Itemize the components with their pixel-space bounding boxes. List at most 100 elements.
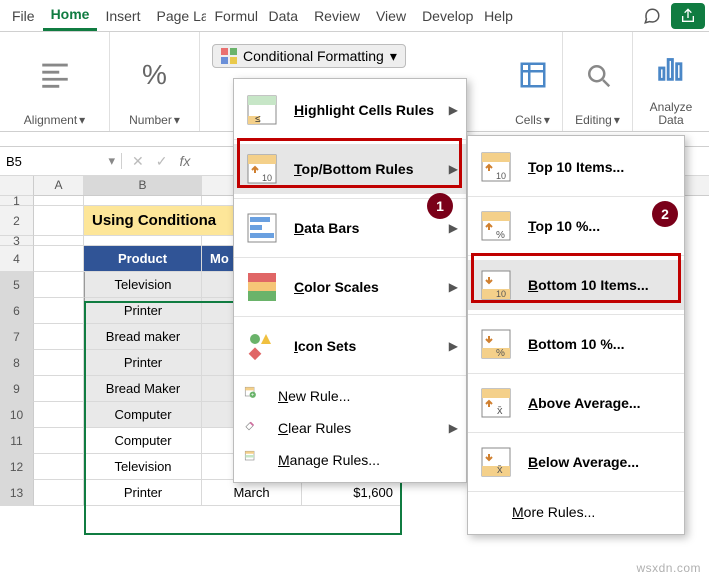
row-header[interactable]: 10	[0, 402, 34, 428]
row-header[interactable]: 9	[0, 376, 34, 402]
tab-home[interactable]: Home	[43, 0, 98, 31]
svg-text:10: 10	[496, 171, 506, 181]
fx-icon[interactable]: fx	[179, 153, 190, 169]
share-icon	[680, 8, 696, 24]
group-label: Alignment	[24, 113, 77, 127]
topbottom-icon: 10	[244, 151, 280, 187]
tab-review[interactable]: Review	[306, 2, 368, 30]
chevron-down-icon[interactable]: ▾	[544, 113, 550, 127]
cf-dropdown-menu: ≤Highlight Cells Rules▶ 10Top/Bottom Rule…	[233, 78, 467, 483]
row-header[interactable]: 2	[0, 206, 34, 236]
aboveavg-icon: x̄	[478, 385, 514, 421]
row-header[interactable]: 11	[0, 428, 34, 454]
row-header[interactable]: 12	[0, 454, 34, 480]
row-header[interactable]: 3	[0, 236, 34, 246]
svg-text:10: 10	[496, 289, 506, 299]
menu-clearrules[interactable]: Clear Rules▶	[234, 412, 466, 444]
chevron-down-icon[interactable]: ▾	[79, 113, 85, 127]
tab-page-layout[interactable]: Page La	[148, 2, 206, 30]
row-header[interactable]: 4	[0, 246, 34, 272]
tab-developer[interactable]: Develop	[414, 2, 476, 30]
menu-belowavg[interactable]: x̄Below Average...	[468, 437, 684, 487]
analyze-icon[interactable]	[652, 49, 690, 87]
ribbon-group-analyze: Analyze Data	[633, 32, 709, 131]
menu-highlight[interactable]: ≤Highlight Cells Rules▶	[234, 85, 466, 135]
row-header[interactable]: 7	[0, 324, 34, 350]
tab-view[interactable]: View	[368, 2, 414, 30]
col-header-a[interactable]: A	[34, 176, 84, 195]
name-box-value: B5	[6, 154, 22, 169]
tab-data[interactable]: Data	[260, 2, 306, 30]
percent-icon[interactable]: %	[136, 56, 174, 94]
chevron-down-icon: ▾	[390, 48, 397, 65]
svg-text:x̄: x̄	[497, 464, 503, 476]
conditional-formatting-button[interactable]: Conditional Formatting ▾	[212, 44, 406, 68]
group-label: Analyze Data	[643, 101, 699, 127]
top10pct-icon: %	[478, 208, 514, 244]
svg-text:%: %	[496, 348, 505, 359]
svg-text:x̄: x̄	[497, 405, 503, 417]
row-header[interactable]: 8	[0, 350, 34, 376]
name-box[interactable]: B5 ▾	[0, 153, 122, 169]
chevron-down-icon[interactable]: ▾	[614, 113, 620, 127]
tab-file[interactable]: File	[4, 2, 43, 30]
svg-text:+: +	[251, 393, 254, 399]
ribbon-group-alignment: Alignment ▾	[0, 32, 110, 131]
chevron-right-icon: ▶	[449, 280, 458, 294]
chevron-right-icon: ▶	[449, 221, 458, 235]
ribbon-group-cells: Cells ▾	[503, 32, 563, 131]
cells-icon[interactable]	[514, 56, 552, 94]
menu-bottom10pct[interactable]: %Bottom 10 %...	[468, 319, 684, 369]
top-bottom-submenu: 10Top 10 Items... %Top 10 %... 10Bottom 10…	[467, 135, 685, 535]
databars-icon	[244, 210, 280, 246]
ribbon-tabs: File Home Insert Page La Formul Data Rev…	[0, 0, 709, 32]
bottom10items-icon: 10	[478, 267, 514, 303]
row-header[interactable]: 1	[0, 196, 34, 206]
menu-top10pct[interactable]: %Top 10 %...	[468, 201, 684, 251]
speech-bubble-icon	[643, 7, 661, 25]
chevron-down-icon[interactable]: ▾	[174, 113, 180, 127]
highlight-icon: ≤	[244, 92, 280, 128]
step-badge-2: 2	[652, 201, 678, 227]
svg-text:≤: ≤	[255, 114, 261, 125]
chevron-right-icon: ▶	[449, 421, 458, 435]
colorscales-icon	[244, 269, 280, 305]
tab-help[interactable]: Help	[476, 2, 521, 30]
col-header-b[interactable]: B	[84, 176, 202, 195]
chevron-down-icon[interactable]: ▾	[108, 153, 115, 169]
group-label: Number	[129, 113, 172, 127]
cf-label: Conditional Formatting	[243, 48, 384, 64]
editing-icon[interactable]	[579, 56, 617, 94]
bottom10pct-icon: %	[478, 326, 514, 362]
iconsets-icon	[244, 328, 280, 364]
belowavg-icon: x̄	[478, 444, 514, 480]
svg-text:%: %	[496, 230, 505, 241]
menu-top10items[interactable]: 10Top 10 Items...	[468, 142, 684, 192]
align-icon[interactable]	[36, 56, 74, 94]
managerules-icon	[244, 450, 264, 470]
row-header[interactable]: 6	[0, 298, 34, 324]
tab-insert[interactable]: Insert	[97, 2, 148, 30]
group-label: Editing	[575, 113, 612, 127]
menu-aboveavg[interactable]: x̄Above Average...	[468, 378, 684, 428]
menu-iconsets[interactable]: Icon Sets▶	[234, 321, 466, 371]
chevron-right-icon: ▶	[449, 162, 458, 176]
tab-formulas[interactable]: Formul	[206, 2, 260, 30]
comments-button[interactable]	[639, 3, 665, 29]
cancel-icon[interactable]: ✕	[132, 153, 144, 170]
top10items-icon: 10	[478, 149, 514, 185]
menu-managerules[interactable]: Manage Rules...	[234, 444, 466, 476]
menu-bottom10items[interactable]: 10Bottom 10 Items...	[468, 260, 684, 310]
ribbon-group-editing: Editing ▾	[563, 32, 633, 131]
chevron-right-icon: ▶	[449, 103, 458, 117]
svg-text:10: 10	[262, 173, 272, 183]
row-header[interactable]: 13	[0, 480, 34, 506]
step-badge-1: 1	[427, 193, 453, 219]
menu-more-rules[interactable]: More Rules...	[468, 496, 684, 528]
menu-colorscales[interactable]: Color Scales▶	[234, 262, 466, 312]
row-header[interactable]: 5	[0, 272, 34, 298]
menu-topbottom[interactable]: 10Top/Bottom Rules▶	[234, 144, 466, 194]
menu-newrule[interactable]: +New Rule...	[234, 380, 466, 412]
share-button[interactable]	[671, 3, 705, 29]
enter-icon[interactable]: ✓	[156, 153, 168, 170]
